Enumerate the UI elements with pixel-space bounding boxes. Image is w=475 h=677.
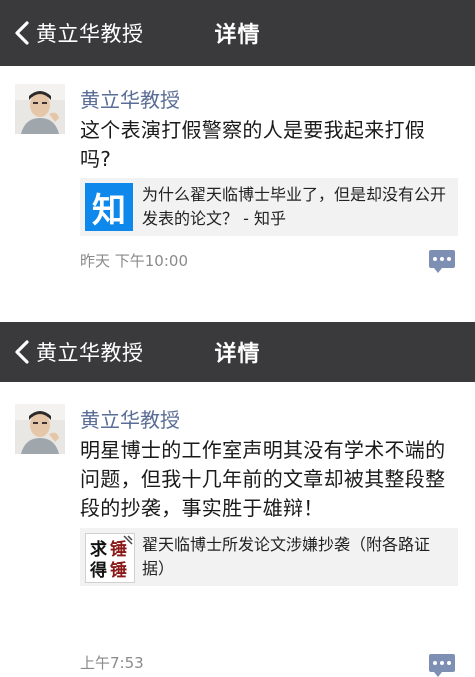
back-label: 黄立华教授 [36,341,144,365]
moment-post: 黄立华教授 这个表演打假警察的人是要我起来打假吗? 知 为什么翟天临博士毕业了，… [0,66,475,273]
author-name[interactable]: 黄立华教授 [80,84,180,113]
avatar-photo [15,404,65,454]
back-button[interactable]: 黄立华教授 [10,322,144,382]
moment-detail-screen-2: 黄立华教授 详情 黄立华教授 明星博士的工作室声明其没有学术不端的问题，但我十几… [0,322,475,677]
post-timestamp: 上午7:53 [80,654,144,672]
chevron-left-icon [15,21,29,45]
nav-bar: 黄立华教授 详情 [0,0,475,66]
author-name[interactable]: 黄立华教授 [80,404,180,433]
moment-post: 黄立华教授 明星博士的工作室声明其没有学术不端的问题，但我十几年前的文章却被其整… [0,382,475,677]
chevron-left-icon [15,340,29,364]
avatar[interactable] [15,404,65,454]
more-dots-icon [433,661,454,665]
seal-logo-icon: 求 锤 得 锤 [85,533,135,583]
post-content: 这个表演打假警察的人是要我起来打假吗? [80,118,426,171]
svg-text:锤: 锤 [110,539,127,560]
moment-detail-screen-1: 黄立华教授 详情 黄立华教授 这个表演打假警察的人是要我起来打假吗? 知 为什么… [0,0,475,300]
speech-tail [434,268,442,273]
post-timestamp: 昨天 下午10:00 [80,252,188,270]
link-card[interactable]: 知 为什么翟天临博士毕业了，但是却没有公开发表的论文？ - 知乎 [80,178,458,236]
comment-button[interactable] [429,654,455,677]
svg-text:求: 求 [90,539,107,560]
link-title: 为什么翟天临博士毕业了，但是却没有公开发表的论文？ - 知乎 [142,185,447,228]
avatar[interactable] [15,84,65,134]
more-dots-icon [433,257,454,261]
nav-bar: 黄立华教授 详情 [0,322,475,382]
avatar-photo [15,84,65,134]
svg-text:锤: 锤 [110,560,127,581]
comment-button[interactable] [429,250,455,273]
seal-graphic: 求 锤 得 锤 [86,534,134,582]
svg-text:得: 得 [89,560,107,581]
link-title: 翟天临博士所发论文涉嫌抄袭（附各路证据） [142,535,431,578]
post-content: 明星博士的工作室声明其没有学术不端的问题，但我十几年前的文章却被其整段整段的抄袭… [80,438,446,520]
back-button[interactable]: 黄立华教授 [10,0,144,66]
speech-tail [434,672,442,677]
back-label: 黄立华教授 [36,22,144,46]
zhihu-logo-icon: 知 [85,183,133,231]
link-card[interactable]: 求 锤 得 锤 翟天临博士所发论文涉嫌抄袭（附各路证据） [80,528,458,586]
